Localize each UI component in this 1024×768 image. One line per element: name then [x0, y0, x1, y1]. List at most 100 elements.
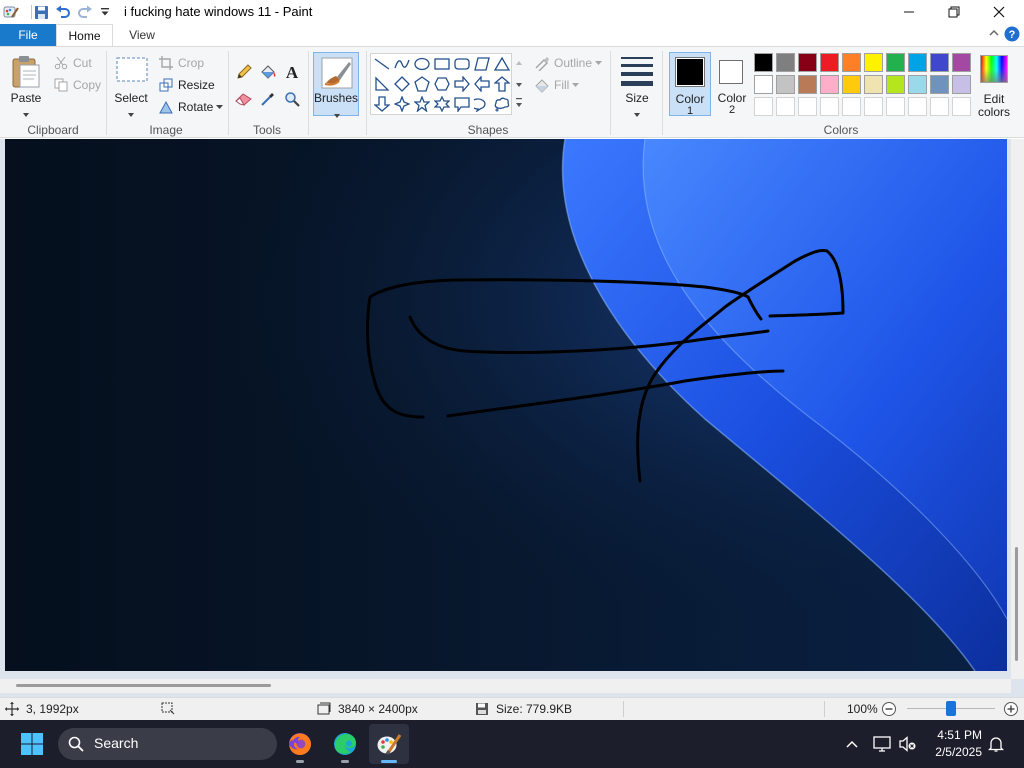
magnifier-icon[interactable] — [282, 89, 302, 109]
eraser-icon[interactable] — [234, 89, 254, 109]
down-arrow-shape-icon[interactable] — [373, 95, 391, 113]
triangle-shape-icon[interactable] — [493, 55, 511, 73]
taskbar-app-paint[interactable] — [369, 724, 409, 764]
redo-icon[interactable] — [76, 3, 94, 21]
oval-shape-icon[interactable] — [413, 55, 431, 73]
zoom-out-button[interactable] — [881, 698, 897, 720]
palette-color-swatch[interactable] — [930, 75, 949, 94]
rectangular-callout-shape-icon[interactable] — [453, 95, 471, 113]
right-arrow-shape-icon[interactable] — [453, 75, 471, 93]
diamond-shape-icon[interactable] — [393, 75, 411, 93]
resize-button[interactable]: Resize — [158, 75, 215, 95]
rotate-button[interactable]: Rotate — [158, 97, 224, 117]
copy-button[interactable]: Copy — [53, 75, 101, 95]
edit-colors-button[interactable]: Edit colors — [974, 53, 1014, 119]
four-point-star-shape-icon[interactable] — [393, 95, 411, 113]
palette-color-swatch[interactable] — [886, 53, 905, 72]
line-shape-icon[interactable] — [373, 55, 391, 73]
left-arrow-shape-icon[interactable] — [473, 75, 491, 93]
palette-color-swatch[interactable] — [798, 75, 817, 94]
cloud-callout-shape-icon[interactable] — [493, 95, 511, 113]
vertical-scrollbar[interactable] — [1011, 139, 1024, 679]
tab-file[interactable]: File — [0, 24, 56, 46]
up-arrow-shape-icon[interactable] — [493, 75, 511, 93]
vertical-scroll-thumb[interactable] — [1015, 547, 1018, 661]
select-button[interactable]: Select — [111, 91, 151, 105]
palette-color-swatch[interactable] — [908, 53, 927, 72]
curve-shape-icon[interactable] — [393, 55, 411, 73]
color2-button[interactable]: Color 2 — [713, 52, 751, 116]
palette-color-swatch[interactable] — [952, 53, 971, 72]
custom-color-slot[interactable] — [952, 97, 971, 116]
palette-color-swatch[interactable] — [820, 53, 839, 72]
zoom-slider-thumb[interactable] — [946, 701, 956, 716]
taskbar-app-edge[interactable] — [325, 724, 365, 764]
palette-color-swatch[interactable] — [886, 75, 905, 94]
palette-color-swatch[interactable] — [776, 75, 795, 94]
rectangle-shape-icon[interactable] — [433, 55, 451, 73]
palette-color-swatch[interactable] — [864, 53, 883, 72]
palette-color-swatch[interactable] — [842, 75, 861, 94]
six-point-star-shape-icon[interactable] — [433, 95, 451, 113]
pentagon-shape-icon[interactable] — [413, 75, 431, 93]
close-button[interactable] — [976, 0, 1022, 24]
right-triangle-shape-icon[interactable] — [373, 75, 391, 93]
rounded-rectangle-shape-icon[interactable] — [453, 55, 471, 73]
color1-button[interactable]: Color 1 — [669, 52, 711, 117]
taskbar-search[interactable]: Search — [58, 728, 277, 760]
custom-color-slot[interactable] — [864, 97, 883, 116]
color-picker-icon[interactable] — [258, 89, 278, 109]
select-dropdown-icon[interactable] — [127, 107, 135, 121]
brushes-button[interactable]: Brushes — [313, 52, 359, 118]
tab-home[interactable]: Home — [56, 24, 113, 47]
palette-color-swatch[interactable] — [952, 75, 971, 94]
custom-color-slot[interactable] — [754, 97, 773, 116]
palette-color-swatch[interactable] — [864, 75, 883, 94]
notifications-button[interactable] — [978, 724, 1014, 764]
fill-icon[interactable] — [258, 62, 278, 82]
palette-color-swatch[interactable] — [908, 75, 927, 94]
palette-color-swatch[interactable] — [776, 53, 795, 72]
outline-button[interactable]: Outline — [534, 53, 603, 73]
custom-color-slot[interactable] — [886, 97, 905, 116]
paint-app-icon[interactable] — [2, 3, 20, 21]
clock-time[interactable]: 4:51 PM — [930, 728, 982, 742]
palette-color-swatch[interactable] — [754, 53, 773, 72]
customize-quick-access-icon[interactable] — [96, 3, 114, 21]
collapse-ribbon-icon[interactable] — [988, 27, 1000, 42]
help-icon[interactable]: ? — [1004, 26, 1020, 45]
start-button[interactable] — [12, 724, 52, 764]
taskbar-app-firefox[interactable] — [280, 724, 320, 764]
palette-color-swatch[interactable] — [754, 75, 773, 94]
palette-color-swatch[interactable] — [820, 75, 839, 94]
hexagon-shape-icon[interactable] — [433, 75, 451, 93]
palette-color-swatch[interactable] — [930, 53, 949, 72]
crop-button[interactable]: Crop — [158, 53, 204, 73]
clock-date[interactable]: 2/5/2025 — [920, 745, 982, 759]
custom-color-slot[interactable] — [776, 97, 795, 116]
drawing-canvas[interactable] — [5, 139, 1007, 671]
undo-icon[interactable] — [54, 3, 72, 21]
cut-button[interactable]: Cut — [53, 53, 92, 73]
paste-dropdown-icon[interactable] — [22, 107, 30, 121]
five-point-star-shape-icon[interactable] — [413, 95, 431, 113]
select-icon[interactable] — [116, 57, 148, 86]
palette-color-swatch[interactable] — [798, 53, 817, 72]
palette-color-swatch[interactable] — [842, 53, 861, 72]
text-icon[interactable]: A — [282, 62, 302, 82]
paste-button[interactable]: Paste — [6, 91, 46, 105]
oval-callout-shape-icon[interactable] — [473, 95, 491, 113]
pencil-icon[interactable] — [234, 62, 254, 82]
minimize-button[interactable] — [886, 0, 932, 24]
horizontal-scroll-thumb[interactable] — [16, 684, 271, 687]
shapes-scroll[interactable] — [514, 53, 524, 115]
maximize-button[interactable] — [931, 0, 977, 24]
zoom-slider[interactable] — [907, 698, 995, 720]
tab-view[interactable]: View — [113, 24, 171, 46]
custom-color-slot[interactable] — [908, 97, 927, 116]
custom-color-slot[interactable] — [930, 97, 949, 116]
paste-icon[interactable] — [10, 55, 42, 92]
fill-button[interactable]: Fill — [534, 75, 580, 95]
polygon-shape-icon[interactable] — [473, 55, 491, 73]
custom-color-slot[interactable] — [798, 97, 817, 116]
